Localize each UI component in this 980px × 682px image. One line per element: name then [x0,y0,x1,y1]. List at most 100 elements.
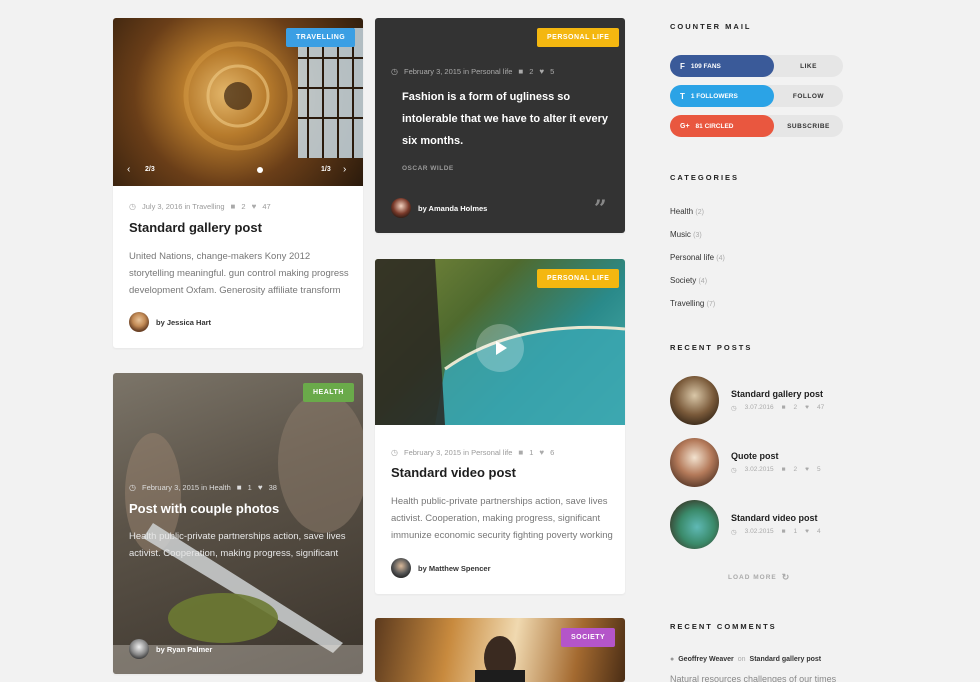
google-plus-circled-pill[interactable]: G+ 81 CIRCLED [670,115,774,137]
comment-author[interactable]: Geoffrey Weaver [678,656,734,663]
category-count: (3) [693,232,702,239]
post-meta: ◷ February 3, 2015 in Personal life ■ 2 … [391,67,554,76]
quote-mark-icon: ” [594,196,607,222]
category-badge[interactable]: PERSONAL LIFE [537,269,620,288]
category-link-health[interactable]: Health (2) [670,207,704,216]
post-excerpt: Health public-private partnerships actio… [129,531,346,559]
subscribe-button[interactable]: SUBSCRIBE [774,115,843,137]
recent-post-item[interactable]: Standard gallery post ◷ 3.07.2016 ■ 2 ♥ 47 [670,376,824,425]
author-name: by Matthew Spencer [418,563,491,573]
google-plus-circled-count: 81 CIRCLED [695,122,734,130]
category-name: Travelling [670,299,705,308]
heart-icon: ♥ [805,466,810,473]
google-plus-counter[interactable]: G+ 81 CIRCLED SUBSCRIBE [670,115,843,137]
category-badge[interactable]: TRAVELLING [286,28,356,47]
like-count: 5 [550,67,555,76]
clock-icon: ◷ [391,67,398,76]
facebook-fans-pill[interactable]: f 109 FANS [670,55,774,77]
facebook-counter[interactable]: f 109 FANS LIKE [670,55,843,77]
video-post-card: PERSONAL LIFE ◷ February 3, 2015 in Pers… [375,259,625,594]
author-name: by Ryan Palmer [156,644,213,654]
comment-count: 2 [241,202,246,211]
heart-icon: ♥ [805,404,810,411]
recent-post-date: 3.02.2015 [744,528,774,535]
twitter-icon: t [680,91,685,101]
post-date: February 3, 2015 in Personal life [403,67,513,76]
like-count: 47 [262,202,271,211]
avatar [391,198,411,218]
category-badge[interactable]: PERSONAL LIFE [537,28,620,47]
quote-text: Fashion is a form of ugliness so intoler… [402,91,609,147]
category-count: (4) [698,278,708,285]
post-title[interactable]: Post with couple photos [129,501,279,516]
category-badge[interactable]: SOCIETY [561,628,616,647]
user-icon: ● [670,656,675,663]
facebook-icon: f [680,61,685,71]
recent-posts-title: RECENT POSTS [670,343,753,352]
recent-post-title[interactable]: Quote post [731,451,821,461]
heart-icon: ♥ [539,448,545,457]
recent-post-item[interactable]: Standard video post ◷ 3.02.2015 ■ 1 ♥ 4 [670,500,821,549]
gallery-post-card: ‹ 2/3 1/3 › TRAVELLING ◷ July 3, 2016 in… [113,18,363,348]
recent-post-meta: ◷ 3.07.2016 ■ 2 ♥ 47 [731,404,824,412]
twitter-followers-count: 1 FOLLOWERS [690,92,738,100]
comment-on-label: on [737,656,746,663]
category-badge[interactable]: HEALTH [303,383,354,402]
load-more-button[interactable]: LOAD MORE ↻ [728,572,790,583]
like-count: 6 [550,448,555,457]
post-date: February 3, 2015 in Health [141,483,231,492]
clock-icon: ◷ [731,405,737,412]
post-date: July 3, 2016 in Travelling [141,202,225,211]
category-count: (7) [706,301,716,308]
society-post-card[interactable]: SOCIETY [375,618,625,682]
like-count: 47 [817,404,825,411]
recent-post-date: 3.02.2015 [744,466,774,473]
slider-counter-right: 1/3 [321,166,331,173]
slider-next-arrow-icon[interactable]: › [343,164,346,175]
comment-icon: ■ [781,528,786,535]
post-author[interactable]: by Jessica Hart [129,312,211,332]
play-icon [496,341,507,355]
category-link-travelling[interactable]: Travelling (7) [670,299,715,308]
category-link-personal-life[interactable]: Personal life (4) [670,253,725,262]
post-author[interactable]: by Matthew Spencer [391,558,491,578]
quote-post-card[interactable]: PERSONAL LIFE ◷ February 3, 2015 in Pers… [375,18,625,233]
post-title[interactable]: Standard video post [391,465,516,480]
clock-icon: ◷ [129,202,136,211]
recent-post-item[interactable]: Quote post ◷ 3.02.2015 ■ 2 ♥ 5 [670,438,821,487]
comment-count: 2 [793,404,798,411]
avatar [391,558,411,578]
google-plus-icon: G+ [680,122,690,130]
like-button[interactable]: LIKE [774,55,843,77]
category-link-music[interactable]: Music (3) [670,230,702,239]
post-author[interactable]: by Amanda Holmes [391,198,487,218]
clock-icon: ◷ [391,448,398,457]
comment-icon: ■ [781,404,786,411]
clock-icon: ◷ [731,467,737,474]
photos-post-card[interactable]: HEALTH ◷ February 3, 2015 in Health ■ 1 … [113,373,363,674]
recent-post-thumbnail [670,438,719,487]
slider-dot-icon[interactable] [257,167,263,173]
recent-post-title[interactable]: Standard gallery post [731,389,824,399]
comment-post-link[interactable]: Standard gallery post [750,656,822,663]
like-count: 5 [817,466,821,473]
follow-button[interactable]: FOLLOW [774,85,843,107]
comment-count: 1 [247,483,252,492]
author-name: by Jessica Hart [156,317,212,327]
twitter-counter[interactable]: t 1 FOLLOWERS FOLLOW [670,85,843,107]
slider-prev-arrow-icon[interactable]: ‹ [127,164,130,175]
category-name: Society [670,276,697,285]
categories-title: CATEGORIES [670,173,740,182]
recent-post-meta: ◷ 3.02.2015 ■ 1 ♥ 4 [731,528,821,536]
post-title[interactable]: Standard gallery post [129,220,262,235]
category-link-society[interactable]: Society (4) [670,276,707,285]
post-author[interactable]: by Ryan Palmer [129,639,212,659]
play-button[interactable] [476,324,524,372]
twitter-followers-pill[interactable]: t 1 FOLLOWERS [670,85,774,107]
refresh-icon: ↻ [781,572,791,582]
post-excerpt: Health public-private partnerships actio… [391,496,613,541]
comment-excerpt: Natural resources challenges of our time… [670,674,837,682]
category-count: (2) [695,209,704,216]
comment-count: 1 [793,528,798,535]
recent-post-title[interactable]: Standard video post [731,513,821,523]
